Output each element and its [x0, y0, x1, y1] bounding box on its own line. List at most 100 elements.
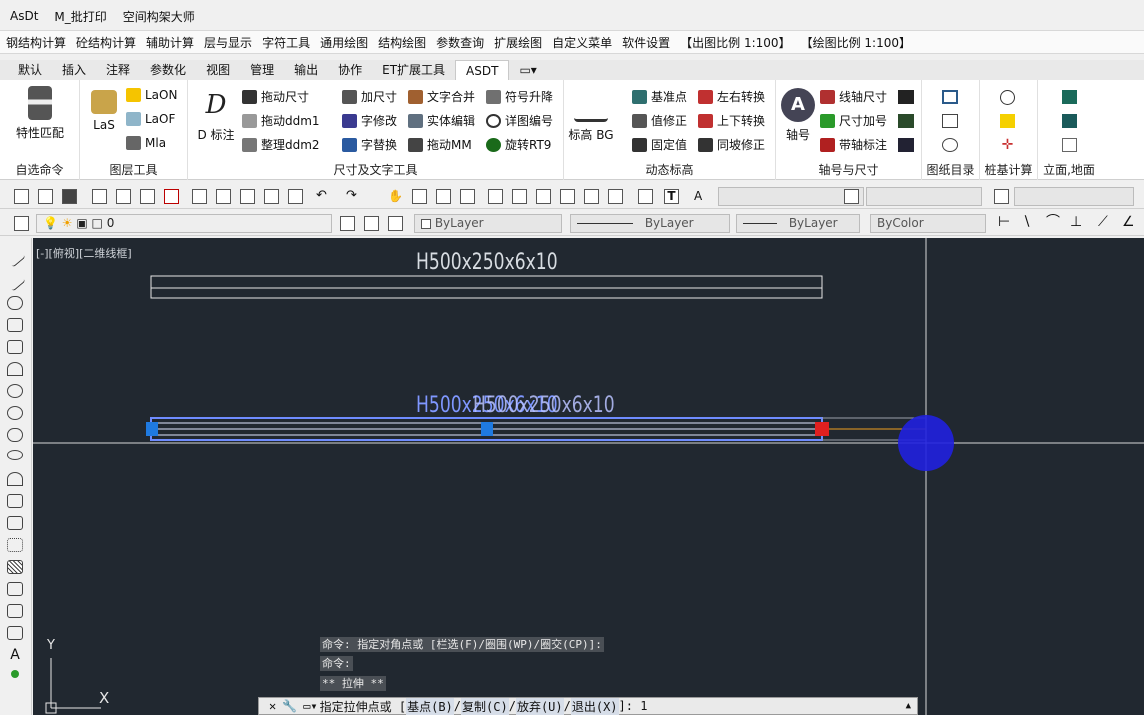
tab-insert[interactable]: 插入 — [52, 60, 96, 80]
cut-icon[interactable] — [192, 189, 207, 204]
make-current-icon[interactable] — [340, 216, 355, 231]
arc-icon[interactable] — [7, 362, 23, 376]
crosshair-icon[interactable]: ✛ — [1000, 138, 1015, 152]
custom-menu-general-draw[interactable]: 通用绘图 — [320, 34, 368, 51]
custom-menu-draw-scale[interactable]: 【绘图比例 1:100】 — [801, 34, 911, 51]
grip-end-hot[interactable] — [815, 422, 829, 436]
design-center-icon[interactable] — [512, 189, 527, 204]
custom-menu-steel-calc[interactable]: 钢结构计算 — [6, 34, 66, 51]
pan-icon[interactable]: ✋ — [388, 189, 403, 204]
linetype-combo[interactable]: ByLayer — [570, 214, 730, 233]
calculator-icon[interactable] — [608, 189, 623, 204]
drag-dim-button[interactable]: 拖动尺寸 — [242, 88, 309, 105]
laof-button[interactable]: LaOF — [126, 112, 175, 126]
dim-radius-icon[interactable]: ⟋ — [1098, 215, 1113, 231]
zoom-realtime-icon[interactable] — [412, 189, 427, 204]
menu-item-space-frame[interactable]: 空间构架大师 — [123, 8, 195, 25]
region-icon[interactable] — [7, 604, 23, 618]
elevation-bg-button[interactable]: 标高 BG — [566, 88, 616, 143]
clock-icon[interactable] — [1000, 90, 1015, 105]
plot-icon[interactable] — [140, 189, 155, 204]
value-fix-button[interactable]: 值修正 — [632, 112, 687, 129]
dim-linear-icon[interactable]: ⊢ — [998, 215, 1013, 231]
tab-view[interactable]: 视图 — [196, 60, 240, 80]
text-style-icon[interactable]: T — [664, 189, 679, 204]
slope-fix-button[interactable]: 同坡修正 — [698, 136, 765, 153]
add-selected-icon[interactable] — [11, 670, 19, 678]
lr-switch-button[interactable]: 左右转换 — [698, 88, 765, 105]
zoom-window-icon[interactable] — [436, 189, 451, 204]
ground-icon[interactable] — [1062, 114, 1077, 128]
custom-menu-param-query[interactable]: 参数查询 — [436, 34, 484, 51]
entity-edit-button[interactable]: 实体编辑 — [408, 112, 475, 129]
markup-icon[interactable] — [584, 189, 599, 204]
option-undo[interactable]: 放弃(U) — [515, 697, 564, 715]
las-button[interactable]: LaS — [86, 90, 122, 132]
spline-icon[interactable] — [7, 428, 23, 442]
custom-menu-user[interactable]: 自定义菜单 — [552, 34, 612, 51]
ellipse-arc-icon[interactable] — [7, 472, 23, 486]
facade-icon[interactable] — [1062, 90, 1077, 104]
hatch-icon[interactable] — [7, 560, 23, 574]
preview-icon[interactable] — [116, 189, 131, 204]
rotate-rt9-button[interactable]: 旋转RT9 — [486, 136, 551, 153]
command-input-value[interactable]: ]: 1 — [619, 699, 648, 713]
make-block-icon[interactable] — [7, 516, 23, 530]
beam-top-outline[interactable] — [150, 275, 823, 299]
paste-special-icon[interactable] — [264, 189, 279, 204]
new-file-icon[interactable] — [14, 189, 29, 204]
option-exit[interactable]: 退出(X) — [570, 697, 619, 715]
custom-menu-settings[interactable]: 软件设置 — [622, 34, 670, 51]
mla-button[interactable]: Mla — [126, 136, 166, 150]
beam-top-label[interactable]: H500x250x6x10 — [416, 250, 558, 275]
symbol-raise-button[interactable]: 符号升降 — [486, 88, 553, 105]
construction-line-icon[interactable] — [4, 270, 26, 292]
ud-switch-button[interactable]: 上下转换 — [698, 112, 765, 129]
layer-previous-icon[interactable] — [364, 216, 379, 231]
menu-item-batch-print[interactable]: M_批打印 — [54, 8, 106, 25]
pdf-icon[interactable] — [164, 189, 179, 204]
tab-parametric[interactable]: 参数化 — [140, 60, 196, 80]
custom-menu-ext-draw[interactable]: 扩展绘图 — [494, 34, 542, 51]
text-edit-icon[interactable]: A — [694, 189, 709, 204]
custom-menu-layer-display[interactable]: 层与显示 — [204, 34, 252, 51]
plotstyle-combo[interactable]: ByColor — [870, 214, 986, 233]
dim-style-combo[interactable] — [866, 187, 982, 206]
tab-asdt[interactable]: ASDT — [455, 60, 510, 80]
detail-number-button[interactable]: 详图编号 — [486, 112, 553, 129]
open-file-icon[interactable] — [38, 189, 53, 204]
axis-annotate-button[interactable]: 带轴标注 — [820, 136, 887, 153]
match-properties-button[interactable]: 特性匹配 — [8, 86, 72, 141]
option-copy[interactable]: 复制(C) — [461, 697, 509, 715]
paste-icon[interactable] — [240, 189, 255, 204]
mtext-icon[interactable]: A — [7, 648, 23, 662]
custom-menu-print-scale[interactable]: 【出图比例 1:100】 — [680, 34, 790, 51]
line-icon[interactable] — [4, 246, 26, 268]
layer-combo[interactable]: 💡 ☀ ▣ □ 0 — [36, 214, 332, 233]
fixed-value-button[interactable]: 固定值 — [632, 136, 687, 153]
rectangle-icon[interactable] — [7, 340, 23, 354]
edit-text-button[interactable]: 字修改 — [342, 112, 397, 129]
axis-dim-button[interactable]: 线轴尺寸 — [820, 88, 887, 105]
custom-menu-aux-calc[interactable]: 辅助计算 — [146, 34, 194, 51]
list-icon[interactable] — [942, 114, 958, 128]
grip-start[interactable] — [146, 422, 158, 436]
help-icon[interactable] — [638, 189, 653, 204]
command-line[interactable]: ✕ 🔧 ▭▾ 指定拉伸点或 [ 基点(B) / 复制(C) / 放弃(U) / 退出(… — [258, 697, 918, 715]
dim-add-number-button[interactable]: 尺寸加号 — [820, 112, 887, 129]
color-combo[interactable]: ByLayer — [414, 214, 562, 233]
ellipse-icon[interactable] — [7, 450, 23, 460]
axis-number-button[interactable]: A 轴号 — [780, 88, 816, 143]
save-icon[interactable] — [62, 189, 77, 204]
gradient-icon[interactable] — [7, 582, 23, 596]
table-style-combo[interactable] — [1014, 187, 1134, 206]
revcloud-icon[interactable] — [7, 406, 23, 420]
undo-icon[interactable]: ↶ — [316, 189, 331, 204]
drag-mm-button[interactable]: 拖动MM — [408, 136, 472, 153]
grip-mid[interactable] — [481, 422, 493, 436]
option-base-point[interactable]: 基点(B) — [406, 697, 454, 715]
merge-text-button[interactable]: 文字合并 — [408, 88, 475, 105]
point-icon[interactable] — [7, 538, 23, 552]
custom-menu-concrete-calc[interactable]: 砼结构计算 — [76, 34, 136, 51]
pile-icon[interactable] — [1000, 114, 1015, 128]
